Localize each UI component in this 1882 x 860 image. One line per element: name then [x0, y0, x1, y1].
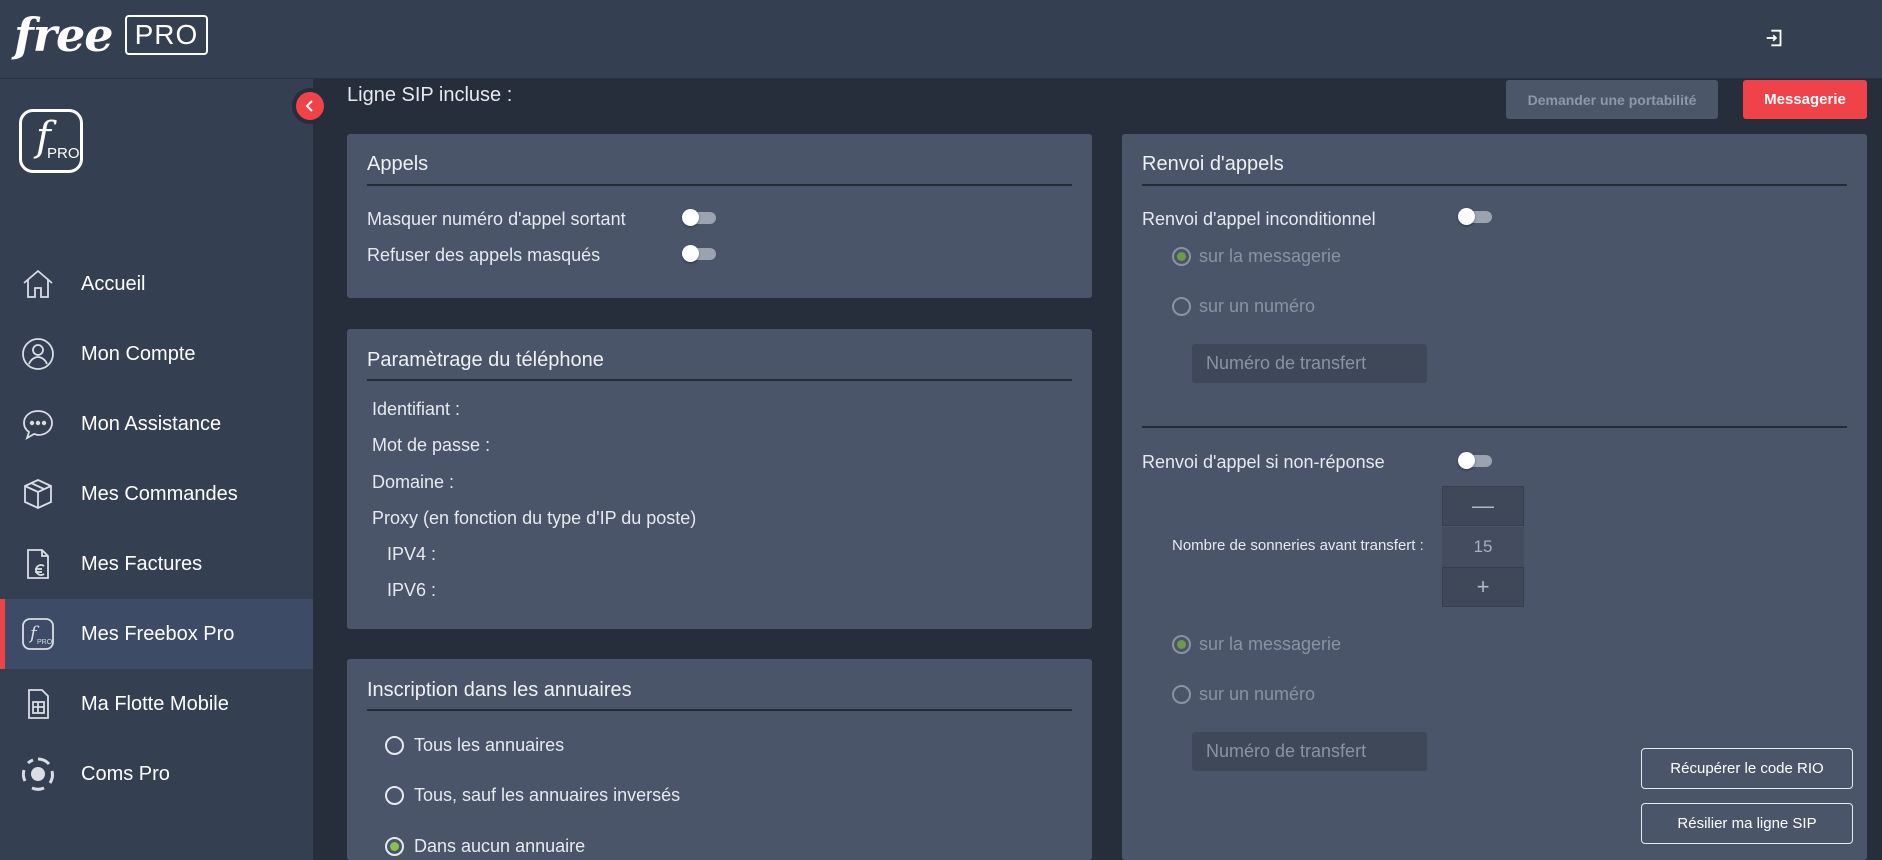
domain-label: Domaine : [372, 472, 455, 492]
sidebar-item-label: Mon Assistance [81, 412, 222, 435]
divider [1142, 184, 1847, 186]
rings-count-value[interactable]: 15 [1442, 527, 1524, 567]
no-answer-forward-label: Renvoi d'appel si non-réponse [1142, 452, 1385, 472]
ipv6-label: IPV6 : [387, 580, 437, 600]
mask-outgoing-toggle[interactable] [682, 209, 716, 226]
top-header: free PRO [0, 0, 1882, 79]
proxy-label: Proxy (en fonction du type d'IP du poste… [372, 508, 697, 528]
sidebar-item-ma-flotte-mobile[interactable]: Ma Flotte Mobile [0, 669, 313, 739]
coms-pro-icon [21, 757, 54, 791]
refuse-masked-toggle[interactable] [682, 245, 716, 262]
annuaire-option-all-label[interactable]: Tous les annuaires [414, 735, 564, 756]
divider [367, 184, 1072, 186]
no-answer-voicemail-radio[interactable] [1172, 635, 1191, 654]
annuaire-option-no-reverse-label[interactable]: Tous, sauf les annuaires inversés [414, 785, 680, 806]
request-portability-button[interactable]: Demander une portabilité [1506, 80, 1718, 119]
rings-decrement-button[interactable]: — [1442, 486, 1524, 526]
sidebar-item-mes-freebox-pro[interactable]: f PRO Mes Freebox Pro [0, 599, 313, 669]
divider [367, 379, 1072, 381]
sidebar-item-label: Accueil [81, 272, 146, 295]
freebox-pro-icon: f PRO [22, 618, 54, 650]
annuaires-panel: Inscription dans les annuaires Tous les … [347, 659, 1092, 860]
no-answer-number-radio[interactable] [1172, 685, 1191, 704]
mask-outgoing-label: Masquer numéro d'appel sortant [367, 209, 626, 229]
sidebar-item-mes-commandes[interactable]: Mes Commandes [0, 459, 313, 529]
annuaire-option-none-radio[interactable] [385, 837, 404, 856]
unconditional-number-radio[interactable] [1172, 297, 1191, 316]
unconditional-forward-label: Renvoi d'appel inconditionnel [1142, 209, 1376, 229]
divider [367, 709, 1072, 711]
page-title: Ligne SIP incluse : [347, 84, 513, 106]
sidebar-logo-pro: PRO [47, 145, 80, 162]
svg-text:PRO: PRO [37, 639, 53, 646]
identifiant-label: Identifiant : [372, 399, 461, 419]
brand-logo[interactable]: free PRO [14, 8, 209, 62]
sidebar-item-label: Mes Commandes [81, 482, 238, 505]
sidebar-item-accueil[interactable]: Accueil [0, 249, 313, 319]
sidebar-item-coms-pro[interactable]: Coms Pro [0, 739, 313, 809]
unconditional-voicemail-radio[interactable] [1172, 247, 1191, 266]
annuaire-option-all-radio[interactable] [385, 736, 404, 755]
phone-settings-title: Paramètrage du téléphone [367, 349, 604, 371]
sidebar-item-label: Ma Flotte Mobile [81, 692, 229, 715]
no-answer-number-label[interactable]: sur un numéro [1199, 684, 1315, 705]
box-icon [24, 479, 52, 509]
sidebar-item-label: Mon Compte [81, 342, 196, 365]
divider [1142, 426, 1847, 428]
unconditional-number-label[interactable]: sur un numéro [1199, 296, 1315, 317]
sidebar-item-mon-assistance[interactable]: Mon Assistance [0, 389, 313, 459]
unconditional-forward-toggle[interactable] [1458, 208, 1492, 225]
no-answer-forward-toggle[interactable] [1458, 452, 1492, 469]
brand-free-text: free [14, 8, 114, 62]
annuaires-title: Inscription dans les annuaires [367, 679, 632, 701]
refuse-masked-label: Refuser des appels masqués [367, 245, 601, 265]
get-rio-code-button[interactable]: Récupérer le code RIO [1641, 748, 1853, 789]
appels-panel: Appels Masquer numéro d'appel sortant Re… [347, 134, 1092, 298]
renvoi-panel: Renvoi d'appels Renvoi d'appel inconditi… [1122, 134, 1867, 860]
annuaire-option-none-label[interactable]: Dans aucun annuaire [414, 836, 585, 857]
unconditional-voicemail-label[interactable]: sur la messagerie [1199, 246, 1341, 267]
sidebar-item-label: Mes Freebox Pro [81, 622, 235, 645]
cancel-sip-line-button[interactable]: Résilier ma ligne SIP [1641, 803, 1853, 844]
sidebar-collapse-button[interactable] [292, 88, 328, 124]
password-label: Mot de passe : [372, 435, 491, 455]
sidebar-item-label: Mes Factures [81, 552, 203, 575]
ipv4-label: IPV4 : [387, 544, 437, 564]
sidebar-logo[interactable]: f PRO [19, 109, 83, 173]
rings-count-label: Nombre de sonneries avant transfert : [1172, 537, 1424, 554]
sim-card-icon [28, 689, 49, 719]
messagerie-button[interactable]: Messagerie [1743, 80, 1867, 119]
brand-pro-badge: PRO [124, 15, 209, 55]
home-icon [23, 269, 53, 298]
appels-title: Appels [367, 153, 429, 175]
invoice-euro-icon [27, 549, 49, 579]
unconditional-transfer-input[interactable]: Numéro de transfert [1192, 344, 1427, 383]
annuaire-option-no-reverse-radio[interactable] [385, 786, 404, 805]
sidebar-item-mes-factures[interactable]: Mes Factures [0, 529, 313, 599]
chevron-left-icon [305, 100, 313, 112]
sidebar-item-label: Coms Pro [81, 762, 170, 785]
phone-settings-panel: Paramètrage du téléphone Identifiant : M… [347, 329, 1092, 629]
sidebar-item-mon-compte[interactable]: Mon Compte [0, 319, 313, 389]
sidebar: f PRO Accueil Mon Compte Mon Assistance [0, 79, 313, 860]
rings-increment-button[interactable]: + [1442, 567, 1524, 607]
no-answer-transfer-input[interactable]: Numéro de transfert [1192, 732, 1427, 771]
user-icon [22, 338, 54, 370]
no-answer-voicemail-label[interactable]: sur la messagerie [1199, 634, 1341, 655]
logout-icon[interactable] [1764, 27, 1786, 49]
chat-icon [23, 410, 53, 440]
sidebar-nav: Accueil Mon Compte Mon Assistance Mes Co… [0, 249, 313, 809]
renvoi-title: Renvoi d'appels [1142, 153, 1284, 175]
